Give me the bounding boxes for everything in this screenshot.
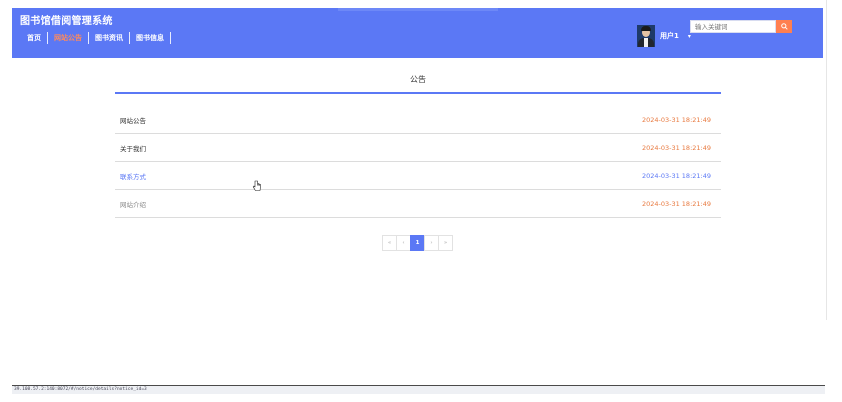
main-nav: 首页 网站公告 图书资讯 图书信息 [21, 32, 171, 44]
nav-divider [88, 32, 89, 44]
pagination: « ‹ 1 › » [382, 235, 453, 251]
notice-row-site-announcement[interactable]: 网站公告 2024-03-31 18:21:49 [115, 106, 721, 134]
notice-title: 网站公告 [120, 116, 146, 125]
browser-status-url: 39.108.57.2:140:8072/#/notice/details?no… [12, 385, 825, 394]
chevron-down-icon[interactable]: ▾ [688, 33, 691, 40]
title-underline [115, 92, 721, 94]
first-page-button[interactable]: « [382, 235, 397, 251]
nav-divider [47, 32, 48, 44]
search-button[interactable] [776, 20, 792, 33]
nav-book-info[interactable]: 图书信息 [130, 32, 170, 44]
notice-date: 2024-03-31 18:21:49 [641, 199, 711, 208]
nav-divider [129, 32, 130, 44]
prev-page-button[interactable]: ‹ [396, 235, 411, 251]
notice-row-contact[interactable]: 联系方式 2024-03-31 18:21:49 [115, 162, 721, 190]
search-icon [780, 23, 788, 30]
header-top-notch [338, 8, 498, 11]
username[interactable]: 用户1 [660, 31, 679, 41]
notice-title: 联系方式 [120, 172, 146, 181]
notice-row-site-intro[interactable]: 网站介绍 2024-03-31 18:21:49 [115, 190, 721, 218]
nav-notice[interactable]: 网站公告 [48, 32, 88, 44]
next-page-button[interactable]: › [424, 235, 439, 251]
nav-divider [170, 32, 171, 44]
notice-title: 网站介绍 [120, 200, 146, 209]
search-input[interactable] [690, 20, 776, 33]
nav-book-news[interactable]: 图书资讯 [89, 32, 129, 44]
notice-date: 2024-03-31 18:21:49 [641, 143, 711, 152]
notice-title: 关于我们 [120, 144, 146, 153]
notice-date: 2024-03-31 18:21:49 [641, 115, 711, 124]
hand-cursor-icon [252, 180, 261, 191]
notice-date: 2024-03-31 18:21:49 [641, 171, 711, 180]
last-page-button[interactable]: » [438, 235, 453, 251]
avatar[interactable] [637, 25, 655, 47]
notice-list: 网站公告 2024-03-31 18:21:49 关于我们 2024-03-31… [115, 106, 721, 218]
user-menu[interactable]: 用户1 ▾ [637, 25, 691, 47]
page-title: 公告 [410, 75, 426, 84]
nav-home[interactable]: 首页 [21, 32, 47, 44]
header-bar: 图书馆借阅管理系统 首页 网站公告 图书资讯 图书信息 用户1 ▾ [12, 8, 823, 58]
page-1-button[interactable]: 1 [410, 235, 425, 251]
site-title: 图书馆借阅管理系统 [20, 16, 113, 27]
notice-row-about-us[interactable]: 关于我们 2024-03-31 18:21:49 [115, 134, 721, 162]
